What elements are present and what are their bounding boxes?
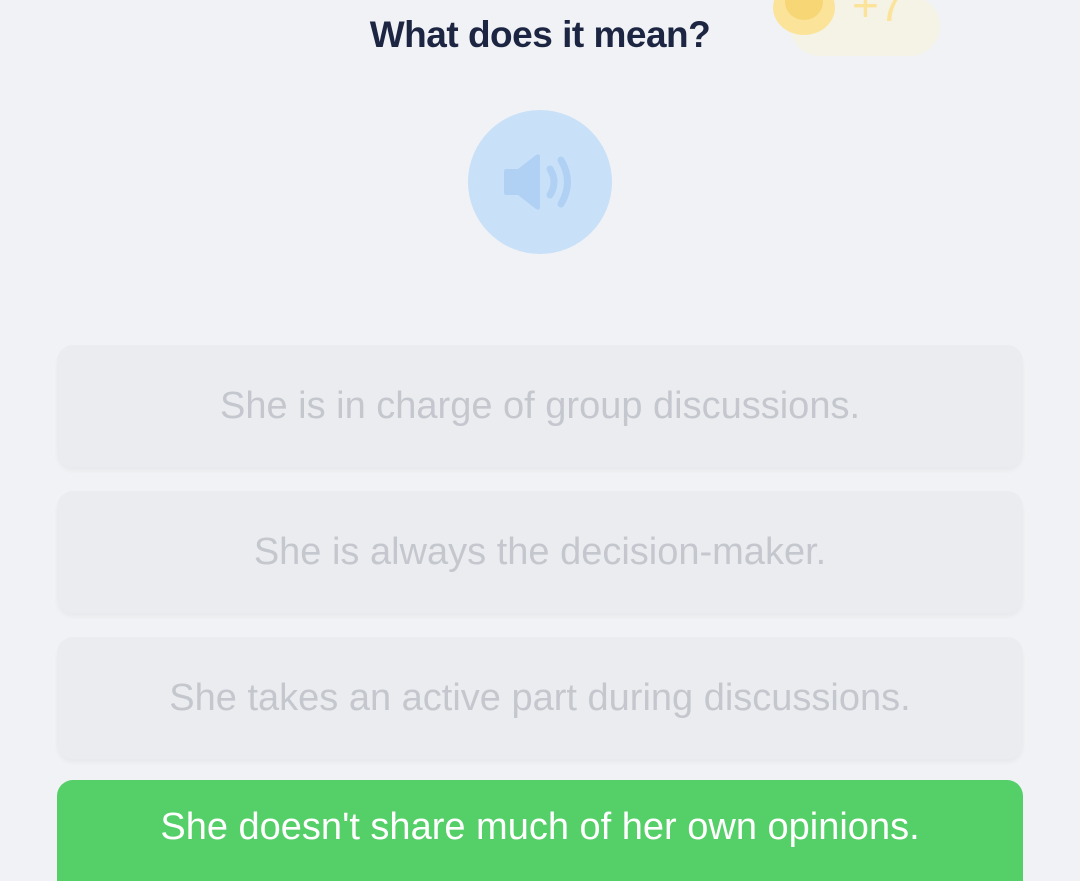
answer-option-label: She doesn't share much of her own opinio… (160, 806, 920, 848)
reward-indicator: +7 (760, 0, 950, 60)
speaker-icon (504, 154, 571, 210)
play-audio-button[interactable] (468, 110, 612, 254)
answer-option-3[interactable]: She takes an active part during discussi… (57, 637, 1023, 759)
answer-option-label: She is always the decision-maker. (253, 530, 827, 573)
reward-amount: +7 (852, 0, 905, 31)
answer-option-label: She is in charge of group discussions. (219, 384, 861, 427)
answer-option-2[interactable]: She is always the decision-maker. (57, 491, 1023, 613)
coin-face (785, 0, 823, 20)
answer-option-label: She takes an active part during discussi… (169, 676, 911, 719)
answer-option-1[interactable]: She is in charge of group discussions. (57, 345, 1023, 467)
answer-option-correct[interactable]: She doesn't share much of her own opinio… (57, 780, 1023, 881)
